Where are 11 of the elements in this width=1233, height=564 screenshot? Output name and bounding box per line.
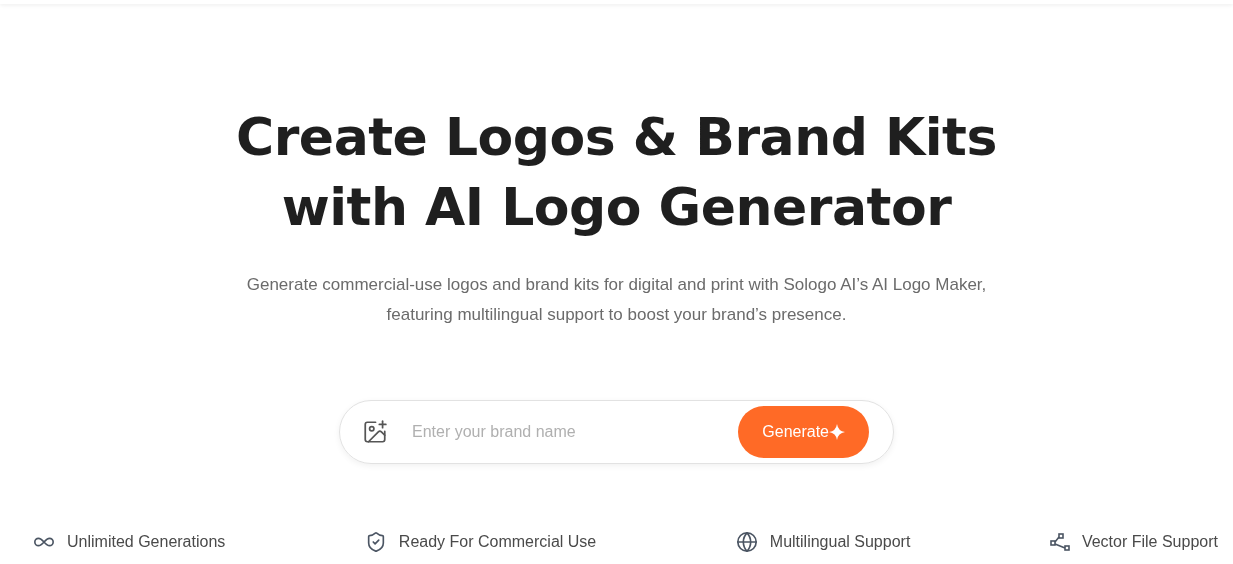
- feature-label: Unlimited Generations: [67, 532, 226, 552]
- subtitle: Generate commercial-use logos and brand kits for digital and print with Sologo AI’s AI Logo Maker, featuring multilingual support to boost your brand’s presence.: [245, 274, 988, 326]
- feature-label: Vector File Support: [1081, 532, 1218, 552]
- sparkle-icon: [829, 424, 845, 440]
- image-upload-icon[interactable]: [362, 419, 388, 445]
- headline: Create Logos & Brand Kits with AI Logo Generator: [236, 106, 997, 239]
- globe-icon: [735, 531, 758, 553]
- vector-nodes-icon: [1049, 532, 1070, 552]
- feature-label: Ready For Commercial Use: [398, 532, 597, 552]
- feature-label: Multilingual Support: [769, 532, 911, 552]
- generate-button[interactable]: Generate: [738, 406, 869, 458]
